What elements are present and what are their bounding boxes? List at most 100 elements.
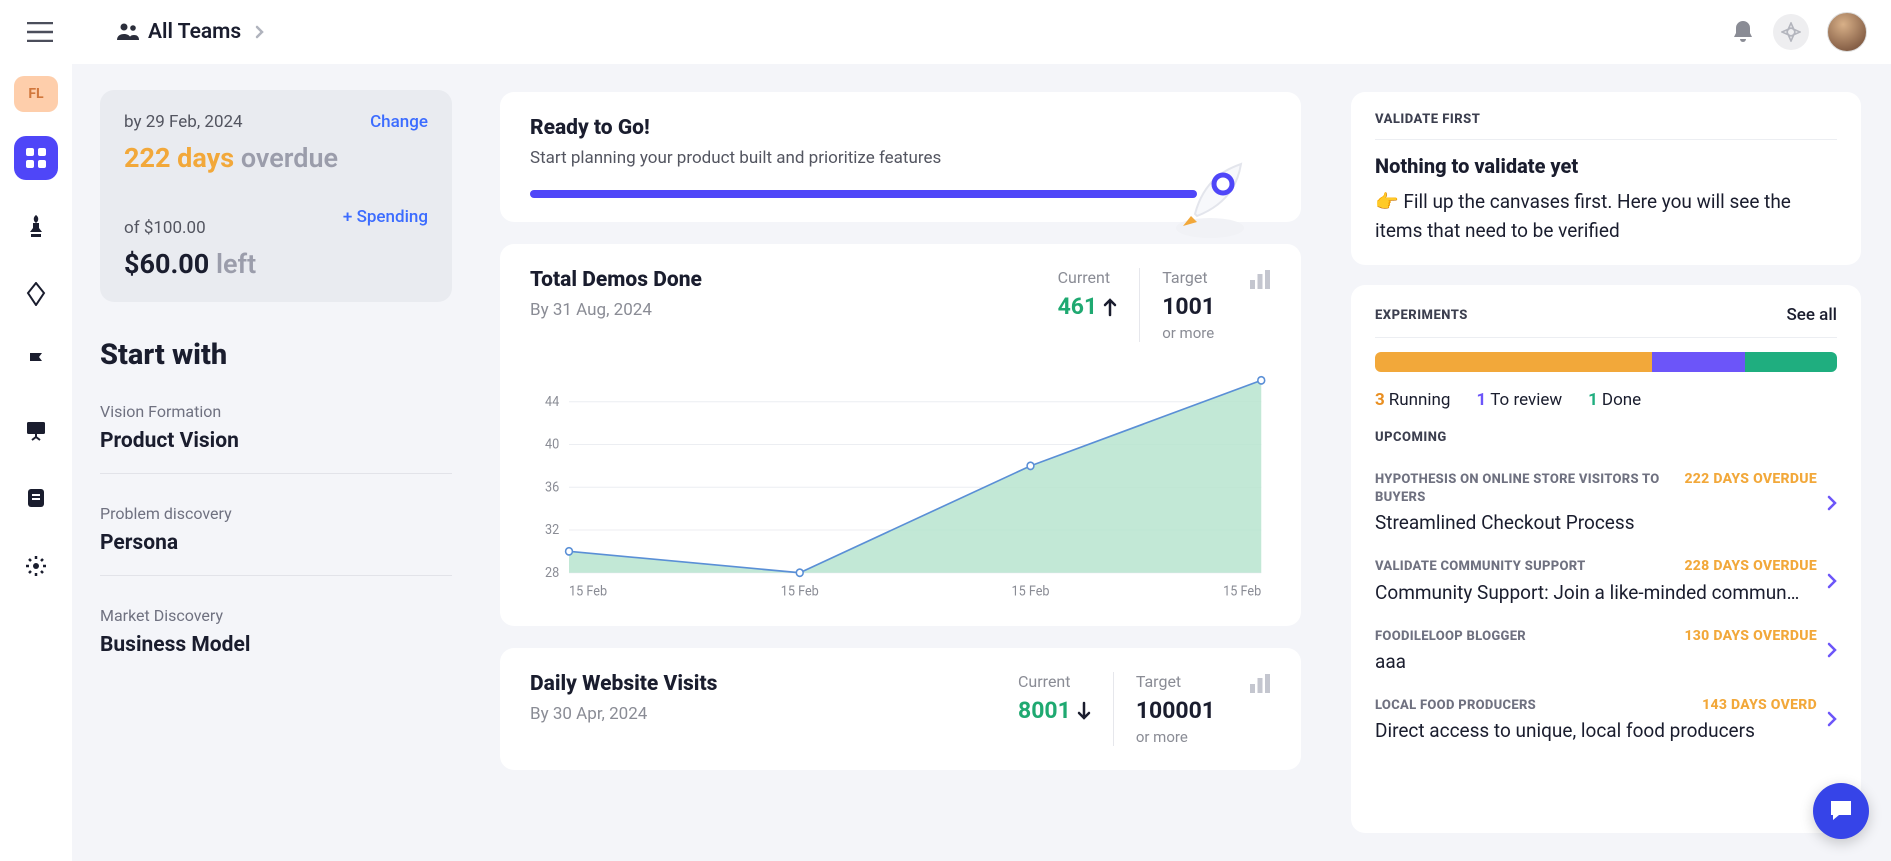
metric-card-demos: Total Demos Done By 31 Aug, 2024 Current… <box>500 244 1301 626</box>
experiments-legend-item: 1To review <box>1476 390 1562 410</box>
chevron-right-icon <box>1827 642 1837 658</box>
metric2-by: By 30 Apr, 2024 <box>530 704 996 724</box>
teams-switcher[interactable]: All Teams <box>116 20 265 44</box>
sw-title: Persona <box>100 531 452 555</box>
metric1-target-label: Target <box>1162 268 1215 287</box>
topbar: All Teams <box>0 0 1891 64</box>
people-icon <box>116 22 140 42</box>
validate-body: 👉 Fill up the canvases first. Here you w… <box>1375 188 1837 245</box>
sw-title: Business Model <box>100 633 452 657</box>
sw-label: Problem discovery <box>100 504 452 523</box>
start-with-section: Start with Vision Formation Product Visi… <box>100 338 452 677</box>
add-spending-link[interactable]: + Spending <box>343 207 428 227</box>
ready-card: Ready to Go! Start planning your product… <box>500 92 1301 222</box>
overdue-word: overdue <box>241 142 338 174</box>
upcoming-cat: LOCAL FOOD PRODUCERS <box>1375 697 1536 715</box>
upcoming-due: 228 DAYS OVERDUE <box>1684 558 1817 576</box>
svg-text:32: 32 <box>545 523 559 539</box>
notifications-icon[interactable] <box>1731 19 1755 45</box>
validate-title: Nothing to validate yet <box>1375 154 1837 178</box>
metric2-target-label: Target <box>1136 672 1215 691</box>
see-all-link[interactable]: See all <box>1786 305 1837 325</box>
metric2-title: Daily Website Visits <box>530 672 996 696</box>
start-with-group[interactable]: Market Discovery Business Model <box>100 606 452 677</box>
start-with-group[interactable]: Vision Formation Product Vision <box>100 402 452 474</box>
nav-rail: FL <box>0 64 72 861</box>
start-with-heading: Start with <box>100 338 452 372</box>
chevron-right-icon <box>1827 711 1837 727</box>
sw-label: Vision Formation <box>100 402 452 421</box>
menu-icon[interactable] <box>24 16 56 48</box>
help-icon[interactable] <box>1773 14 1809 50</box>
bar-chart-icon[interactable] <box>1249 674 1271 694</box>
upcoming-item[interactable]: LOCAL FOOD PRODUCERS 143 DAYS OVERD Direct… <box>1375 685 1837 754</box>
change-link[interactable]: Change <box>370 112 428 132</box>
nav-settings[interactable] <box>14 544 58 588</box>
svg-text:40: 40 <box>545 437 559 453</box>
experiments-bar-segment <box>1375 352 1652 372</box>
arrow-down-icon <box>1077 701 1091 721</box>
rocket-icon <box>1165 162 1255 242</box>
chevron-right-icon <box>1827 573 1837 589</box>
start-with-group[interactable]: Problem discovery Persona <box>100 504 452 576</box>
metric2-current-label: Current <box>1018 672 1091 691</box>
upcoming-cat: VALIDATE COMMUNITY SUPPORT <box>1375 558 1586 576</box>
metric1-by: By 31 Aug, 2024 <box>530 300 1036 320</box>
overdue-days: 222 days <box>124 142 241 174</box>
experiments-legend-item: 3Running <box>1375 390 1450 410</box>
center-column: Ready to Go! Start planning your product… <box>480 64 1321 861</box>
right-column: VALIDATE FIRST Nothing to validate yet 👉… <box>1321 64 1891 861</box>
svg-text:15 Feb: 15 Feb <box>781 584 819 600</box>
nav-flag[interactable] <box>14 340 58 384</box>
teams-label: All Teams <box>148 20 241 44</box>
nav-presentation[interactable] <box>14 408 58 452</box>
bar-chart-icon[interactable] <box>1249 270 1271 290</box>
nav-diamond[interactable] <box>14 272 58 316</box>
upcoming-item[interactable]: HYPOTHESIS ON ONLINE STORE VISITORS TO B… <box>1375 459 1837 546</box>
budget-date: by 29 Feb, 2024 <box>124 112 243 132</box>
budget-left-amount: $60.00 <box>124 248 216 280</box>
svg-text:15 Feb: 15 Feb <box>1223 584 1261 600</box>
upcoming-cat: FOODILELOOP BLOGGER <box>1375 628 1526 646</box>
metric1-chart: 283236404415 Feb15 Feb15 Feb15 Feb <box>530 372 1271 602</box>
svg-text:36: 36 <box>545 480 559 496</box>
upcoming-title: Community Support: Join a like-minded co… <box>1375 581 1817 604</box>
chat-fab[interactable] <box>1813 783 1869 839</box>
svg-text:44: 44 <box>545 395 560 411</box>
experiments-bar-segment <box>1652 352 1744 372</box>
experiments-legend: 3Running1To review1Done <box>1375 390 1837 410</box>
user-avatar[interactable] <box>1827 12 1867 52</box>
metric2-target-note: or more <box>1136 728 1215 746</box>
metric1-target-value: 1001 <box>1162 293 1215 320</box>
workspace-chip[interactable]: FL <box>14 76 58 112</box>
budget-left-word: left <box>216 248 256 280</box>
sw-title: Product Vision <box>100 429 452 453</box>
upcoming-due: 143 DAYS OVERD <box>1702 697 1817 715</box>
metric1-target-note: or more <box>1162 324 1215 342</box>
arrow-up-icon <box>1103 297 1117 317</box>
validate-section-label: VALIDATE FIRST <box>1375 112 1837 140</box>
chevron-right-icon <box>1827 495 1837 511</box>
upcoming-due: 130 DAYS OVERDUE <box>1684 628 1817 646</box>
nav-dashboard[interactable] <box>14 136 58 180</box>
ready-subtitle: Start planning your product built and pr… <box>530 148 1271 168</box>
metric2-current-value: 8001 <box>1018 697 1071 724</box>
chevron-right-icon <box>255 25 265 39</box>
upcoming-list: HYPOTHESIS ON ONLINE STORE VISITORS TO B… <box>1375 459 1837 754</box>
upcoming-item[interactable]: VALIDATE COMMUNITY SUPPORT 228 DAYS OVERD… <box>1375 546 1837 615</box>
experiments-section-label: EXPERIMENTS <box>1375 308 1468 323</box>
nav-strategy[interactable] <box>14 204 58 248</box>
budget-card: by 29 Feb, 2024 Change 222 days overdue … <box>100 90 452 302</box>
metric1-current-value: 461 <box>1058 293 1098 320</box>
upcoming-label: UPCOMING <box>1375 430 1837 445</box>
sw-label: Market Discovery <box>100 606 452 625</box>
ready-progress <box>530 190 1197 198</box>
nav-notes[interactable] <box>14 476 58 520</box>
experiments-bar <box>1375 352 1837 372</box>
metric-card-visits: Daily Website Visits By 30 Apr, 2024 Cur… <box>500 648 1301 770</box>
upcoming-item[interactable]: FOODILELOOP BLOGGER130 DAYS OVERDUEaaa <box>1375 616 1837 685</box>
upcoming-title: Direct access to unique, local food prod… <box>1375 719 1817 742</box>
left-panel: by 29 Feb, 2024 Change 222 days overdue … <box>72 64 480 861</box>
experiments-bar-segment <box>1745 352 1837 372</box>
validate-section: VALIDATE FIRST Nothing to validate yet 👉… <box>1351 92 1861 265</box>
